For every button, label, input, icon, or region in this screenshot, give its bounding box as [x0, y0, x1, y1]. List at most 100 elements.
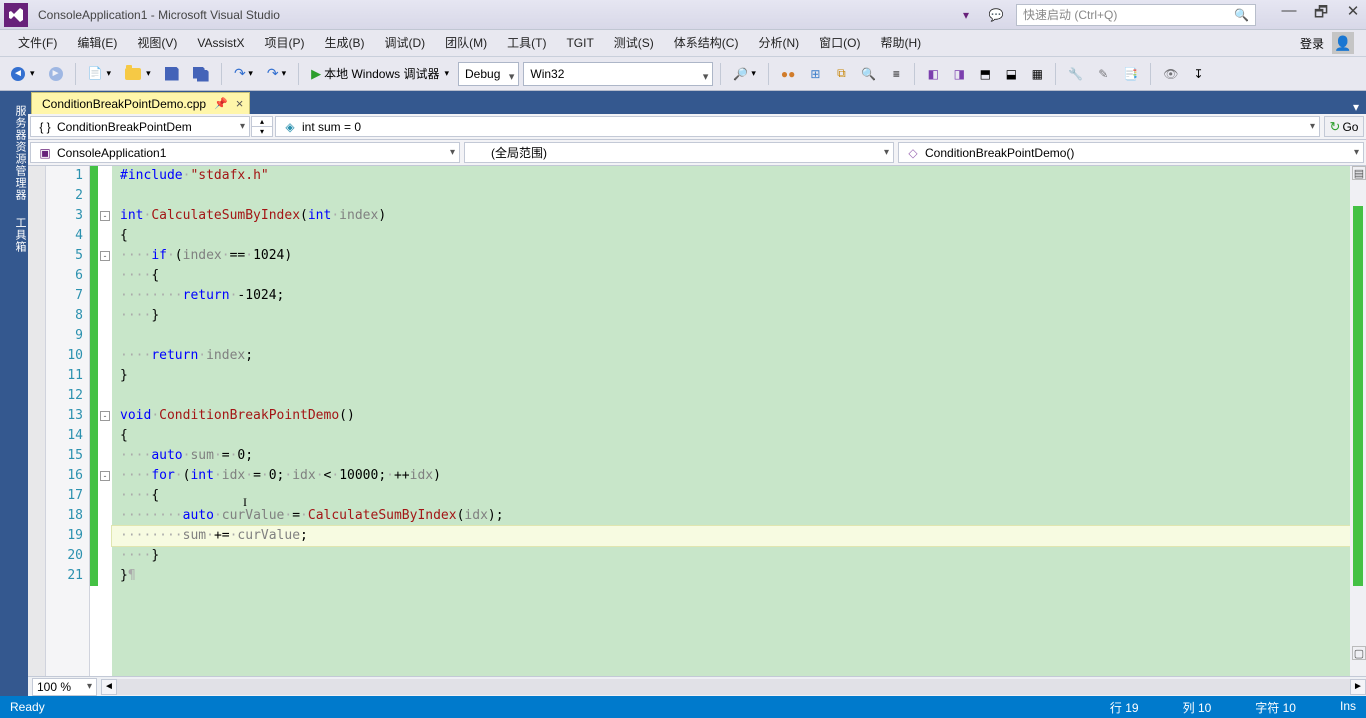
va-spinner[interactable]: ▴▾: [251, 116, 273, 137]
va-icon-3[interactable]: ⧉: [830, 62, 852, 86]
status-col: 列 10: [1183, 699, 1212, 716]
pin-icon[interactable]: 📌: [214, 97, 228, 110]
va-icon-14[interactable]: ↧: [1187, 62, 1209, 86]
menu-project[interactable]: 项目(P): [254, 30, 314, 56]
menu-test[interactable]: 测试(S): [604, 30, 664, 56]
menu-debug[interactable]: 调试(D): [374, 30, 435, 56]
status-line: 行 19: [1110, 699, 1139, 716]
side-tab-server-explorer[interactable]: 服务器资源管理器: [0, 97, 28, 209]
va-go-button[interactable]: ↻Go: [1324, 116, 1364, 137]
new-project-button[interactable]: 📄▾: [83, 62, 117, 86]
va-icon-8[interactable]: ⬓: [1000, 62, 1022, 86]
platform-dropdown[interactable]: Win32: [523, 62, 713, 86]
menu-file[interactable]: 文件(F): [8, 30, 67, 56]
open-button[interactable]: ▾: [120, 62, 156, 86]
va-icon-7[interactable]: ⬒: [974, 62, 996, 86]
status-ins: Ins: [1340, 699, 1356, 716]
va-find-button[interactable]: 🔍: [856, 62, 881, 86]
va-member-dropdown[interactable]: ◈ int sum = 0: [275, 116, 1320, 137]
va-icon-9[interactable]: ▦: [1026, 62, 1048, 86]
side-tab-toolbox[interactable]: 工具箱: [0, 209, 28, 261]
va-icon-10[interactable]: 🔧: [1063, 62, 1088, 86]
side-tab-well: 服务器资源管理器 工具箱: [0, 91, 28, 696]
project-icon: ▣: [37, 145, 53, 161]
va-icon-4[interactable]: ≡: [885, 62, 907, 86]
va-icon-5[interactable]: ◧: [922, 62, 944, 86]
va-navbar: { } ConditionBreakPointDem ▴▾ ◈ int sum …: [28, 114, 1366, 140]
main-toolbar: ◄▾ ► 📄▾ ▾ ↶▾ ↷▾ ▶ 本地 Windows 调试器 ▾ Debug…: [0, 57, 1366, 91]
menu-edit[interactable]: 编辑(E): [67, 30, 127, 56]
map-mode-button[interactable]: ▢: [1352, 646, 1366, 660]
document-tab-label: ConditionBreakPointDemo.cpp: [42, 97, 206, 111]
code-text[interactable]: #include·"stdafx.h"int·CalculateSumByInd…: [112, 166, 1350, 676]
save-button[interactable]: [160, 62, 184, 86]
menu-view[interactable]: 视图(V): [127, 30, 187, 56]
undo-button[interactable]: ↶▾: [229, 62, 258, 86]
method-icon: ◇: [905, 145, 921, 161]
config-dropdown[interactable]: Debug: [458, 62, 519, 86]
vs-navbar: ▣ ConsoleApplication1 (全局范围) ◇ Condition…: [28, 140, 1366, 166]
va-icon-12[interactable]: 📑: [1118, 62, 1143, 86]
va-icon-2[interactable]: ⊞: [804, 62, 826, 86]
horizontal-scrollbar[interactable]: [117, 679, 1350, 695]
redo-button[interactable]: ↷▾: [262, 62, 291, 86]
close-tab-icon[interactable]: ×: [236, 96, 244, 111]
window-title: ConsoleApplication1 - Microsoft Visual S…: [38, 8, 280, 22]
menu-analyze[interactable]: 分析(N): [748, 30, 809, 56]
vs-project-dropdown[interactable]: ▣ ConsoleApplication1: [30, 142, 460, 163]
user-avatar-icon[interactable]: 👤: [1332, 32, 1354, 54]
tab-overflow-button[interactable]: ▾: [1346, 100, 1366, 114]
vertical-scrollbar[interactable]: ▤ ▢: [1350, 166, 1366, 676]
menu-team[interactable]: 团队(M): [435, 30, 497, 56]
document-tab-active[interactable]: ConditionBreakPointDemo.cpp 📌 ×: [31, 92, 250, 114]
field-icon: ◈: [282, 119, 298, 135]
restore-button[interactable]: 🗗: [1312, 2, 1330, 27]
title-bar: ConsoleApplication1 - Microsoft Visual S…: [0, 0, 1366, 30]
fold-gutter[interactable]: ----: [98, 166, 112, 676]
change-mark-gutter: [90, 166, 98, 676]
vs-scope-dropdown[interactable]: (全局范围): [464, 142, 894, 163]
text-caret-icon: I: [243, 495, 247, 510]
menu-window[interactable]: 窗口(O): [809, 30, 870, 56]
editor-bottom-strip: 100 % ◄ ►: [28, 676, 1366, 696]
save-all-button[interactable]: [188, 62, 214, 86]
line-number-gutter: 123456789101112131415161718192021: [46, 166, 90, 676]
menu-arch[interactable]: 体系结构(C): [664, 30, 749, 56]
start-debugging-label: 本地 Windows 调试器: [324, 65, 439, 82]
va-icon-1[interactable]: ●●: [776, 62, 801, 86]
split-box-button[interactable]: ▤: [1352, 166, 1366, 180]
start-debugging-button[interactable]: ▶ 本地 Windows 调试器 ▾: [306, 62, 454, 86]
code-editor[interactable]: 123456789101112131415161718192021 ---- #…: [28, 166, 1366, 676]
nav-fwd-button[interactable]: ►: [44, 62, 68, 86]
nav-back-button[interactable]: ◄▾: [6, 62, 40, 86]
va-icon-11[interactable]: ✎: [1092, 62, 1114, 86]
scroll-thumb[interactable]: [1353, 206, 1363, 586]
va-icon-6[interactable]: ◨: [948, 62, 970, 86]
scope-icon: { }: [37, 119, 53, 135]
breakpoint-gutter[interactable]: [28, 166, 46, 676]
hscroll-right-button[interactable]: ►: [1350, 679, 1366, 695]
hscroll-left-button[interactable]: ◄: [101, 679, 117, 695]
zoom-dropdown[interactable]: 100 %: [32, 678, 97, 696]
menu-bar: 文件(F) 编辑(E) 视图(V) VAssistX 项目(P) 生成(B) 调…: [0, 30, 1366, 57]
find-in-files-button[interactable]: 🔎▾: [728, 62, 760, 86]
vs-func-dropdown[interactable]: ◇ ConditionBreakPointDemo(): [898, 142, 1364, 163]
menu-vassistx[interactable]: VAssistX: [187, 30, 254, 56]
menu-build[interactable]: 生成(B): [314, 30, 374, 56]
quick-launch-placeholder: 快速启动 (Ctrl+Q): [1023, 6, 1117, 23]
menu-tgit[interactable]: TGIT: [556, 30, 603, 56]
login-link[interactable]: 登录: [1300, 35, 1324, 52]
search-icon: 🔍: [1234, 8, 1249, 22]
flag-icon[interactable]: ▾: [956, 5, 976, 25]
close-button[interactable]: ✕: [1344, 2, 1362, 27]
va-icon-13[interactable]: 👁: [1158, 62, 1183, 86]
document-tabs: ConditionBreakPointDemo.cpp 📌 × ▾: [28, 91, 1366, 114]
quick-launch-input[interactable]: 快速启动 (Ctrl+Q) 🔍: [1016, 4, 1256, 26]
minimize-button[interactable]: —: [1280, 2, 1298, 27]
menu-help[interactable]: 帮助(H): [870, 30, 931, 56]
va-scope-dropdown[interactable]: { } ConditionBreakPointDem: [30, 116, 250, 137]
status-char: 字符 10: [1255, 699, 1296, 716]
menu-tools[interactable]: 工具(T): [497, 30, 556, 56]
status-ready: Ready: [10, 700, 45, 714]
feedback-icon[interactable]: 💬: [986, 5, 1006, 25]
